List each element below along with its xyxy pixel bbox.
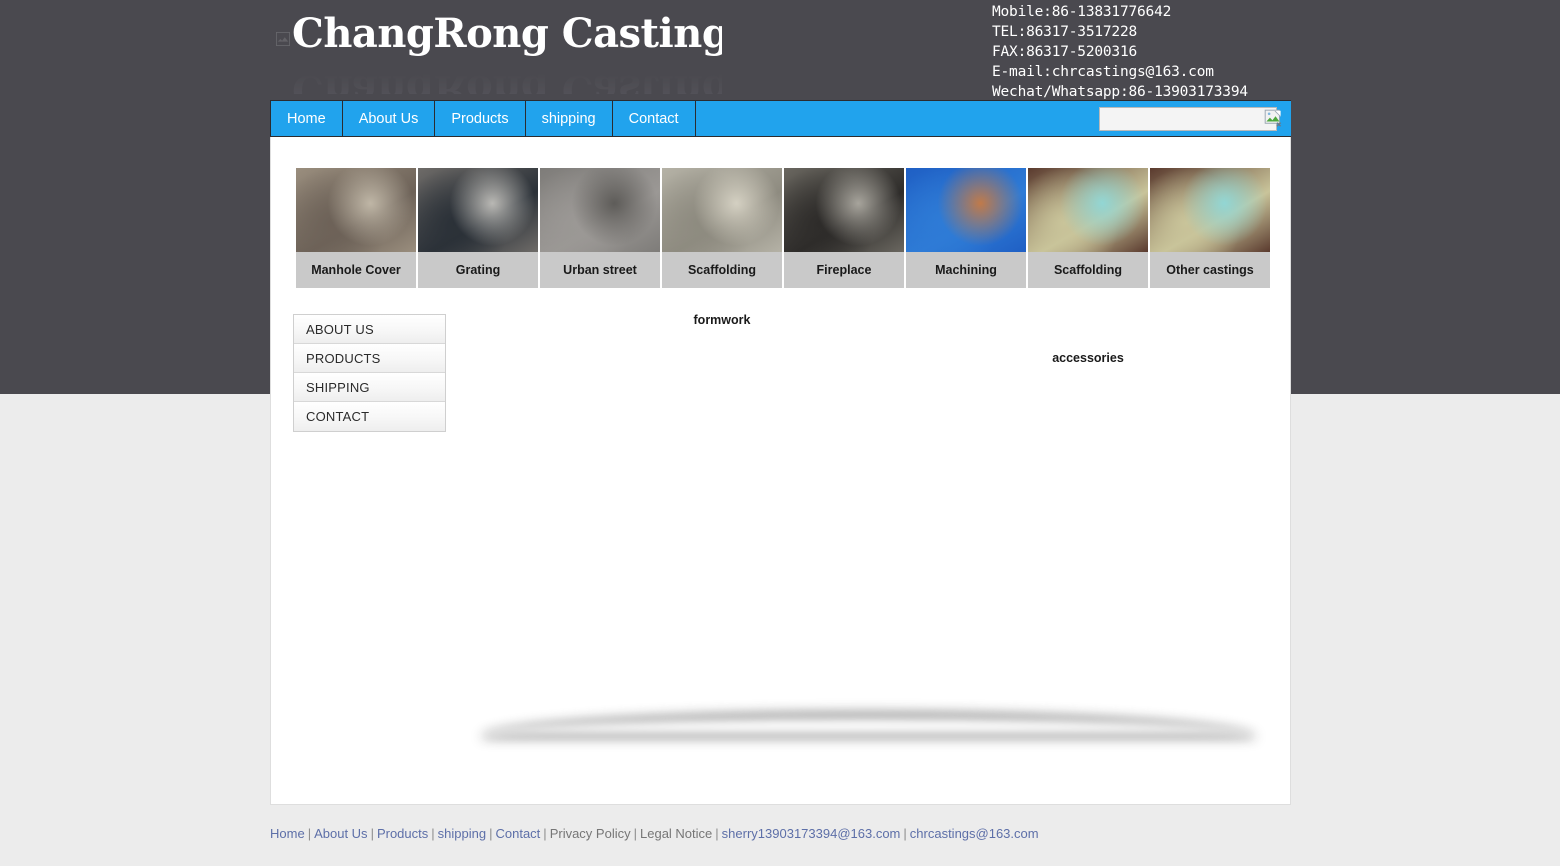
footer-link-home[interactable]: Home (270, 826, 305, 841)
nav-item-products[interactable]: Products (435, 101, 525, 136)
contact-wechat: Wechat/Whatsapp:86-13903173394 (992, 82, 1248, 102)
product-label: Grating (418, 252, 538, 288)
product-label: Scaffolding (1028, 252, 1148, 288)
product-label: Scaffolding (662, 252, 782, 288)
sidebar-menu: ABOUT USPRODUCTSSHIPPINGCONTACT (293, 314, 446, 432)
footer-link-about-us[interactable]: About Us (314, 826, 367, 841)
search-box (1099, 107, 1277, 131)
search-input[interactable] (1099, 107, 1277, 131)
product-thumbnail (1028, 168, 1148, 252)
footer-links: Home|About Us|Products|shipping|Contact|… (270, 826, 1291, 841)
footer-separator: | (712, 826, 721, 841)
product-thumbnail (784, 168, 904, 252)
nav-item-home[interactable]: Home (270, 101, 343, 136)
product-card[interactable]: Machining (906, 168, 1026, 288)
sidebar-item-products[interactable]: PRODUCTS (294, 344, 445, 373)
product-card[interactable]: Scaffolding (1028, 168, 1148, 288)
main-navigation: HomeAbout UsProductsshippingContact (270, 100, 1291, 137)
product-label: Urban street (540, 252, 660, 288)
product-thumbnail (662, 168, 782, 252)
footer-link-shipping[interactable]: shipping (438, 826, 486, 841)
broken-image-icon (276, 32, 290, 46)
product-label: Manhole Cover (296, 252, 416, 288)
content-panel: Manhole CoverGratingUrban streetScaffold… (270, 137, 1291, 805)
nav-item-shipping[interactable]: shipping (526, 101, 613, 136)
sidebar-item-about-us[interactable]: ABOUT US (294, 315, 445, 344)
footer-separator: | (305, 826, 314, 841)
footer-link-products[interactable]: Products (377, 826, 428, 841)
sidebar-item-shipping[interactable]: SHIPPING (294, 373, 445, 402)
footer-separator: | (540, 826, 549, 841)
product-label: Fireplace (784, 252, 904, 288)
product-card[interactable]: Fireplace (784, 168, 904, 288)
footer-link-privacy-policy: Privacy Policy (550, 826, 631, 841)
product-thumbnail (540, 168, 660, 252)
product-card[interactable]: Other castings (1150, 168, 1270, 288)
footer-link-contact[interactable]: Contact (495, 826, 540, 841)
nav-item-contact[interactable]: Contact (613, 101, 696, 136)
site-logo[interactable]: ChangRong Castings ChangRong Castings (292, 14, 722, 94)
footer-link-chrcastings-163-com[interactable]: chrcastings@163.com (910, 826, 1039, 841)
product-label-overflow: formwork (662, 313, 782, 327)
footer-separator: | (631, 826, 640, 841)
logo-reflection-text: ChangRong Castings (292, 69, 722, 94)
product-thumbnail (418, 168, 538, 252)
product-card[interactable]: Manhole Cover (296, 168, 416, 288)
site-header: ChangRong Castings ChangRong Castings Mo… (270, 0, 1291, 100)
footer-link-legal-notice: Legal Notice (640, 826, 712, 841)
contact-mobile: Mobile:86-13831776642 (992, 2, 1248, 22)
contact-email: E-mail:chrcastings@163.com (992, 62, 1248, 82)
product-card[interactable]: Grating (418, 168, 538, 288)
product-thumbnail (1150, 168, 1270, 252)
footer-link-sherry13903173394-163-com[interactable]: sherry13903173394@163.com (722, 826, 901, 841)
footer-separator: | (368, 826, 377, 841)
logo-text: ChangRong Castings (292, 14, 722, 54)
contact-fax: FAX:86317-5200316 (992, 42, 1248, 62)
contact-tel: TEL:86317-3517228 (992, 22, 1248, 42)
footer-separator: | (428, 826, 437, 841)
product-label: Machining (906, 252, 1026, 288)
nav-item-about-us[interactable]: About Us (343, 101, 436, 136)
product-category-strip: Manhole CoverGratingUrban streetScaffold… (296, 168, 1270, 288)
product-label-overflow: accessories (1028, 351, 1148, 365)
contact-info: Mobile:86-13831776642 TEL:86317-3517228 … (992, 2, 1248, 102)
product-thumbnail (906, 168, 1026, 252)
sidebar-item-contact[interactable]: CONTACT (294, 402, 445, 431)
product-card[interactable]: Scaffolding (662, 168, 782, 288)
product-card[interactable]: Urban street (540, 168, 660, 288)
product-thumbnail (296, 168, 416, 252)
product-label: Other castings (1150, 252, 1270, 288)
footer-separator: | (900, 826, 909, 841)
